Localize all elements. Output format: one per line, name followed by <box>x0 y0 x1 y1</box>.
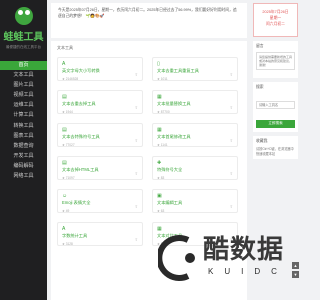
tool-card[interactable]: ☺ Emoji 表情大全 ★ 49 ⇪ <box>57 189 143 213</box>
tool-card[interactable]: ▦ 文本首尾修改工具 ★ 1141 ⇪ <box>152 123 238 147</box>
tool-card[interactable]: ▤ 文本去掉HTML工具 ★ 71097 ⇪ <box>57 156 143 180</box>
tool-card[interactable]: ▤ 文本去重去掉工具 ★ 1944 ⇪ <box>57 90 143 114</box>
share-icon[interactable]: ⇪ <box>230 204 233 209</box>
tool-grid: A 英文字母大小写转换 ★ 2146528 ⇪ ▯ 文本去重工具重复工具 ★ 1011 ⇪ ▤ 文… <box>57 57 241 246</box>
watermark-subtext: KUIDC <box>208 267 288 276</box>
tool-title[interactable]: 文本去特殊符号工具 <box>62 134 138 140</box>
search-button[interactable]: 立即搜索 <box>256 119 295 128</box>
frog-logo-icon <box>14 7 33 25</box>
notice-emoji: 🌱🧑🎨🚀 <box>85 14 105 18</box>
tool-title[interactable]: 文本批量替换工具 <box>157 101 233 107</box>
lunar-date-text: 闰六月初二 <box>266 22 285 26</box>
favorite-text: 请按Ctrl+D键，在浏览器中快速收藏本站 <box>256 147 294 156</box>
tool-title[interactable]: 文本首尾修改工具 <box>157 134 233 140</box>
plus-icon: ✚ <box>157 160 162 166</box>
logo-subtitle: 最便捷的在线工具平台 <box>6 45 41 49</box>
tool-title[interactable]: Emoji 表情大全 <box>62 200 138 206</box>
tool-title[interactable]: 特殊符号大全 <box>157 167 233 173</box>
share-icon[interactable]: ⇪ <box>230 171 233 176</box>
font-icon: A <box>62 61 66 67</box>
emoji-icon: ☺ <box>62 193 68 199</box>
tool-stat: ★ 49 <box>62 209 70 213</box>
tool-card[interactable]: ▤ 文本去特殊符号工具 ★ 77027 ⇪ <box>57 123 143 147</box>
list-icon: ▤ <box>62 127 67 133</box>
tool-card[interactable]: ▦ 文本批量替换工具 ★ 87700 ⇪ <box>152 90 238 114</box>
list-icon: ▤ <box>62 160 67 166</box>
favorite-title: 收藏我 <box>256 139 268 143</box>
tool-stat: ★ 3128 <box>62 242 73 246</box>
tool-title[interactable]: 文本去重去掉工具 <box>62 101 138 107</box>
right-column: 2025年7月26日 星期一 闰六月初二 留言 搜索 立即搜索 收藏我 请按Ct… <box>253 3 298 159</box>
section-title: 文本工具 <box>57 45 73 50</box>
grid-icon: ▣ <box>157 193 162 199</box>
sidebar-item[interactable]: 计算工具 <box>0 111 47 120</box>
feedback-title: 留言 <box>256 44 264 48</box>
tool-stat: ★ 1011 <box>157 77 168 81</box>
tool-title[interactable]: 文本去掉HTML工具 <box>62 167 138 173</box>
tool-stat: ★ 63 <box>157 209 165 213</box>
sidebar-item[interactable]: 运维工具 <box>0 101 47 110</box>
sidebar-item[interactable]: 图片工具 <box>0 81 47 90</box>
tool-card[interactable]: ▯ 文本去重工具重复工具 ★ 1011 ⇪ <box>152 57 238 81</box>
tool-stat: ★ 1944 <box>62 110 73 114</box>
sidebar-item[interactable]: 视频工具 <box>0 91 47 100</box>
logo-text: 蛙蛙工具 <box>3 32 44 43</box>
sidebar-item[interactable]: 开发工具 <box>0 152 47 161</box>
watermark-text: 酷数据 <box>203 235 285 265</box>
tool-title[interactable]: 文本去重工具重复工具 <box>157 68 233 74</box>
search-title: 搜索 <box>256 85 264 89</box>
share-icon[interactable]: ⇪ <box>230 72 233 77</box>
tool-stat: ★ 1141 <box>157 143 168 147</box>
tool-stat: ★ 2146528 <box>62 77 79 81</box>
sidebar-item[interactable]: 转换工具 <box>0 122 47 131</box>
tool-stat: ★ 77027 <box>62 143 75 147</box>
share-icon[interactable]: ⇪ <box>135 171 138 176</box>
sidebar-nav: 首页 文本工具 图片工具 视频工具 运维工具 计算工具转换工具 图表工具 数据查询 开发工具 编码… <box>0 61 47 181</box>
tool-card[interactable]: A 字数统计工具 ★ 3128 ⇪ <box>57 222 143 246</box>
tool-stat: ★ 83 <box>157 176 165 180</box>
share-icon[interactable]: ⇪ <box>135 237 138 242</box>
sidebar-item[interactable]: 编码解码 <box>0 162 47 171</box>
font-icon: A <box>62 226 66 232</box>
logo[interactable]: 蛙蛙工具 最便捷的在线工具平台 <box>0 0 47 50</box>
date-box: 2025年7月26日 星期一 闰六月初二 <box>253 3 298 37</box>
watermark-logo-icon <box>158 235 195 281</box>
share-icon[interactable]: ⇪ <box>230 138 233 143</box>
sidebar-item[interactable]: 文本工具 <box>0 71 47 80</box>
sidebar-item[interactable]: 网络工具 <box>0 172 47 181</box>
tool-stat: ★ 87700 <box>157 110 170 114</box>
share-icon[interactable]: ⇪ <box>135 72 138 77</box>
search-panel: 搜索 立即搜索 <box>253 82 298 132</box>
tool-title[interactable]: 字数统计工具 <box>62 233 138 239</box>
sidebar-item[interactable]: 首页 <box>0 61 47 70</box>
feedback-panel: 留言 <box>253 41 298 78</box>
tool-card[interactable]: A 英文字母大小写转换 ★ 2146528 ⇪ <box>57 57 143 81</box>
search-input[interactable] <box>256 101 295 109</box>
tool-title[interactable]: 英文字母大小写转换 <box>62 68 138 74</box>
list-icon: ▤ <box>62 94 67 100</box>
share-icon[interactable]: ⇪ <box>135 204 138 209</box>
watermark: 酷数据 KUIDC <box>158 226 298 296</box>
feedback-textarea[interactable] <box>256 52 295 70</box>
share-icon[interactable]: ⇪ <box>135 105 138 110</box>
tool-title[interactable]: 文本编辑工具 <box>157 200 233 206</box>
share-icon[interactable]: ⇪ <box>135 138 138 143</box>
tool-stat: ★ 71097 <box>62 176 75 180</box>
favorite-panel: 收藏我 请按Ctrl+D键，在浏览器中快速收藏本站 <box>253 136 298 159</box>
document-icon: ▯ <box>157 61 160 67</box>
table-icon: ▦ <box>157 94 162 100</box>
sidebar-item[interactable]: 图表工具 <box>0 132 47 141</box>
sidebar: 蛙蛙工具 最便捷的在线工具平台 首页 文本工具 图片工具 视频工具 运维工具 计算工具转换… <box>0 0 47 300</box>
share-icon[interactable]: ⇪ <box>230 105 233 110</box>
table-icon: ▦ <box>157 127 162 133</box>
tool-card[interactable]: ▣ 文本编辑工具 ★ 63 ⇪ <box>152 189 238 213</box>
tool-card[interactable]: ✚ 特殊符号大全 ★ 83 ⇪ <box>152 156 238 180</box>
notice-banner: 今天是2025年07月26日，星期一，农历闰六月初二。2025年已经过去了56.… <box>51 3 247 38</box>
sidebar-item[interactable]: 数据查询 <box>0 142 47 151</box>
